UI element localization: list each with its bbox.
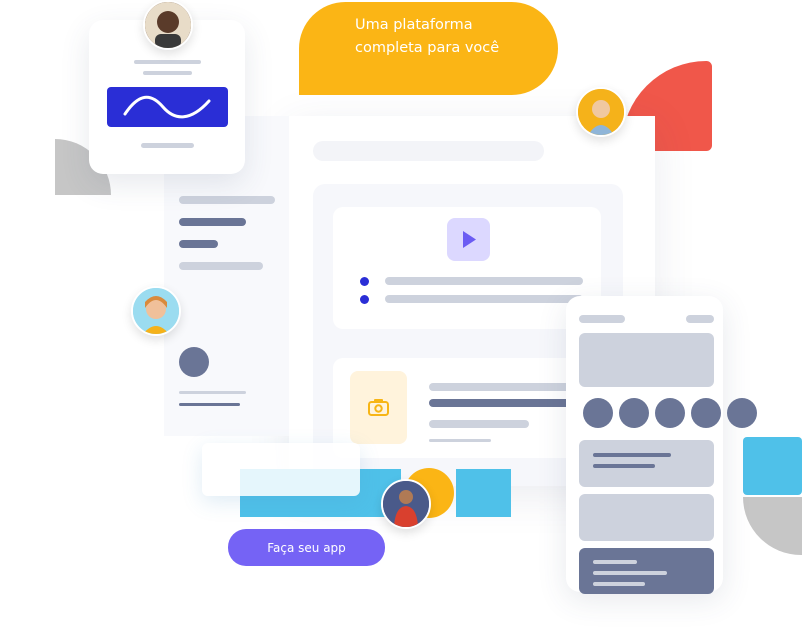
story-dot [583,398,613,428]
text-line [385,295,583,303]
wave-banner [107,87,228,127]
sidebar-line [179,391,246,394]
avatar-man-red-shirt [381,479,431,529]
card-line [141,143,194,148]
phone-line [593,560,637,564]
text-line [429,399,579,407]
bubble-text: Uma plataforma completa para você [355,17,500,56]
play-icon [463,231,476,248]
story-dot [655,398,685,428]
blue-square-right [743,437,802,495]
story-dot [691,398,721,428]
sidebar-line [179,403,240,406]
card-line [134,60,201,64]
play-button[interactable] [447,218,490,261]
gray-quarter-shape-right [743,497,802,555]
avatar-man-phone [143,0,193,50]
bullet-dot [360,295,369,304]
search-bar [313,141,544,161]
avatar-woman-yellow [576,87,626,137]
phone-line [593,571,667,575]
sidebar-line [179,240,218,248]
frosted-card [202,443,360,496]
phone-banner [579,333,714,387]
bullet-dot [360,277,369,286]
text-line [429,420,529,428]
text-line [385,277,583,285]
story-dot [727,398,757,428]
blue-block-small [456,469,511,517]
avatar-woman-smiling [131,286,181,336]
phone-line [579,315,625,323]
camera-icon [368,399,389,416]
sidebar-line [179,218,246,226]
card-line [143,71,192,75]
phone-line [593,453,671,457]
phone-line [593,582,645,586]
text-line [429,383,579,391]
story-dot [619,398,649,428]
text-line [429,439,491,442]
cta-button[interactable]: Faça seu app [228,529,385,566]
phone-line [593,464,655,468]
sidebar-line [179,196,275,204]
camera-button[interactable] [350,371,407,444]
phone-list-item [579,494,714,541]
speech-bubble: Uma plataforma completa para você [299,2,558,95]
sidebar-line [179,262,263,270]
phone-line [686,315,714,323]
wave-icon [123,95,211,119]
sidebar-avatar-placeholder [179,347,209,377]
